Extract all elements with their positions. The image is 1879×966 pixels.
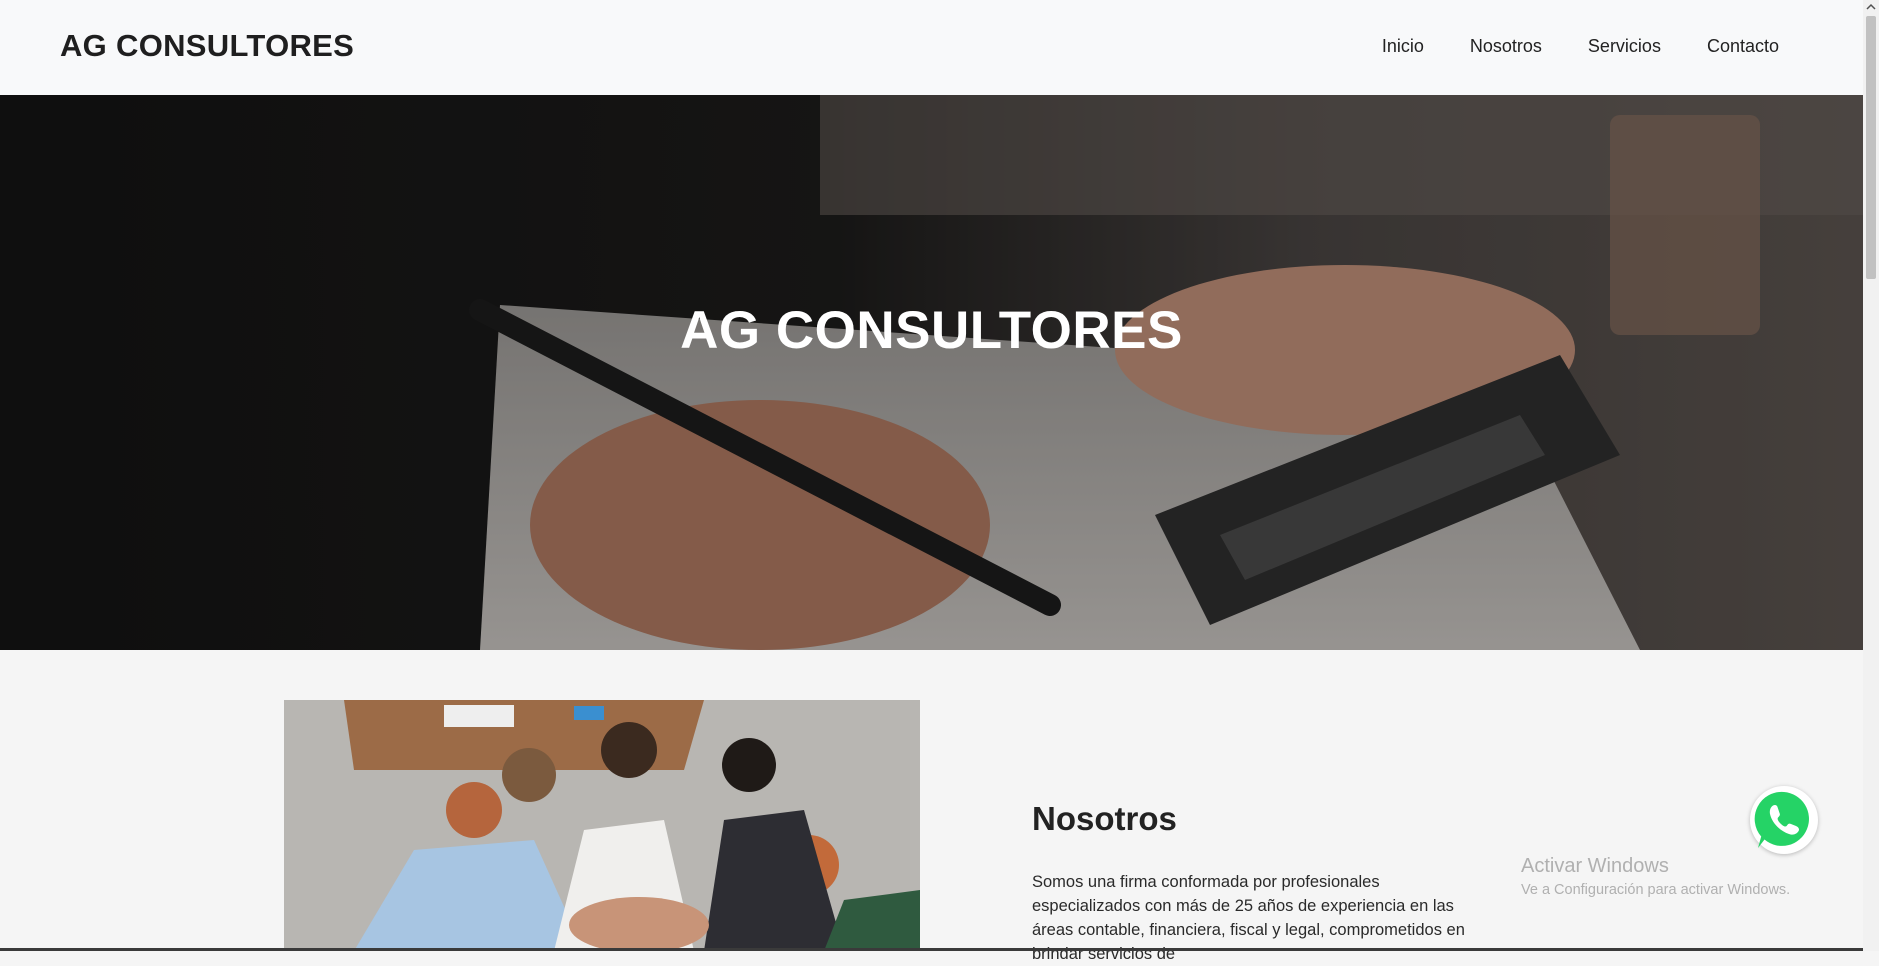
whatsapp-icon: [1754, 791, 1809, 848]
navbar: AG CONSULTORES Inicio Nosotros Servicios…: [0, 0, 1863, 95]
nav-link-inicio[interactable]: Inicio: [1382, 36, 1424, 57]
about-heading: Nosotros: [1032, 800, 1177, 837]
whatsapp-button[interactable]: [1750, 786, 1818, 854]
scrollbar-thumb[interactable]: [1866, 16, 1876, 279]
hero-banner: AG CONSULTORES: [0, 95, 1863, 650]
nav-link-servicios[interactable]: Servicios: [1588, 36, 1661, 57]
team-photo: [284, 700, 920, 951]
brand-logo[interactable]: AG CONSULTORES: [60, 28, 354, 64]
nav-links: Inicio Nosotros Servicios Contacto: [1336, 36, 1779, 57]
watermark-subtitle: Ve a Configuración para activar Windows.: [1521, 882, 1791, 898]
team-hands-image: [284, 700, 920, 951]
scroll-up-arrow-icon[interactable]: [1866, 2, 1876, 12]
nav-link-contacto[interactable]: Contacto: [1707, 36, 1779, 57]
nav-link-nosotros[interactable]: Nosotros: [1470, 36, 1542, 57]
page-scrollbar[interactable]: [1863, 0, 1879, 951]
about-description: Somos una firma conformada por profesion…: [1032, 873, 1465, 963]
hero-background-image: [0, 95, 1863, 650]
windows-activation-watermark: Activar Windows Ve a Configuración para …: [1521, 855, 1790, 898]
watermark-title: Activar Windows: [1521, 855, 1669, 877]
hero-title: AG CONSULTORES: [680, 301, 1183, 360]
